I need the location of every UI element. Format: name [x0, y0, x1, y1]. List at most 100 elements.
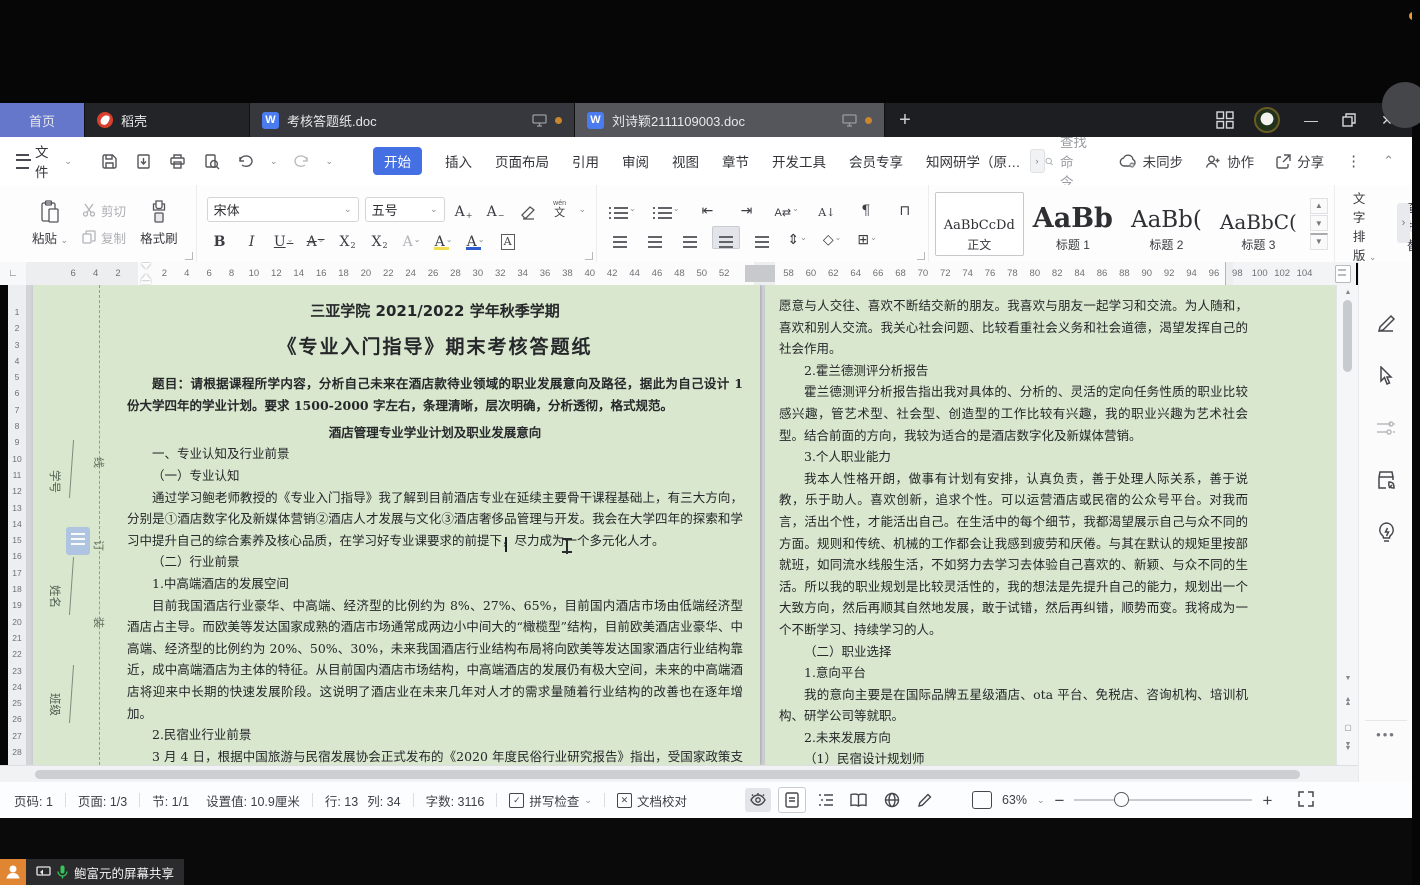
ribbon-tab-section[interactable]: 章节: [722, 151, 749, 171]
font-name-select[interactable]: 宋体⌄: [207, 197, 359, 222]
status-setting-value[interactable]: 设置值: 10.9厘米: [206, 791, 300, 810]
paste-button[interactable]: 粘贴 ⌄: [24, 192, 76, 256]
ribbon-tab-devtools[interactable]: 开发工具: [772, 151, 826, 171]
right-indent-marker[interactable]: [745, 265, 775, 282]
distribute-button[interactable]: [749, 227, 775, 248]
copy-button[interactable]: 复制: [82, 228, 126, 247]
align-left-button[interactable]: [607, 227, 633, 248]
align-center-button[interactable]: [642, 227, 668, 248]
ribbon-expand-button[interactable]: ›: [1397, 203, 1410, 243]
undo-button[interactable]: [236, 151, 256, 171]
read-view-button[interactable]: [846, 788, 872, 812]
page-1[interactable]: 线 订 装 学号 姓名 班级 三亚学院 2021/2022 学年秋季学期《专业入…: [33, 285, 760, 765]
decrease-indent-button[interactable]: ⇤: [695, 198, 721, 219]
docer-mall-button[interactable]: [1372, 466, 1400, 494]
fit-page-button[interactable]: [972, 791, 992, 809]
restore-button[interactable]: [1342, 113, 1356, 127]
status-word-count[interactable]: 字数: 3116: [426, 791, 485, 810]
style-heading3[interactable]: AaBbC( 标题 3: [1211, 192, 1306, 256]
phonetic-guide-button[interactable]: wén 文: [547, 199, 573, 220]
document-canvas[interactable]: 线 订 装 学号 姓名 班级 三亚学院 2021/2022 学年秋季学期《专业入…: [26, 285, 1336, 765]
format-painter-button[interactable]: 格式刷: [132, 192, 186, 256]
undo-dropdown-icon[interactable]: ⌄: [270, 156, 278, 167]
cut-button[interactable]: 剪切: [82, 201, 126, 220]
browse-object-button[interactable]: ▢: [1337, 723, 1359, 732]
print-button[interactable]: [168, 151, 188, 171]
char-shading-button[interactable]: A⌄: [399, 229, 425, 250]
quickbar-more-icon[interactable]: ⌄: [325, 156, 333, 167]
zoom-dropdown-icon[interactable]: ⌄: [1037, 795, 1045, 806]
status-page-number[interactable]: 页码: 1: [14, 791, 53, 810]
ribbon-tab-page-layout[interactable]: 页面布局: [495, 151, 549, 171]
vertical-scrollbar[interactable]: ▲ ▼ ▲▲ ▢ ▼▼: [1336, 285, 1359, 765]
increase-font-button[interactable]: A+: [451, 199, 477, 220]
eye-protect-button[interactable]: [745, 788, 771, 812]
hanging-indent-marker[interactable]: [141, 274, 151, 284]
borders-button[interactable]: ⊞⌄: [854, 227, 880, 248]
file-menu[interactable]: 文件 ⌄: [0, 141, 82, 181]
increase-indent-button[interactable]: ⇥: [734, 198, 760, 219]
fullscreen-button[interactable]: [1298, 791, 1314, 810]
font-color-button[interactable]: A⌄: [463, 229, 489, 250]
spell-check-toggle[interactable]: ✓ 拼写检查 ⌄: [509, 791, 592, 810]
smart-assistant-button[interactable]: [1372, 518, 1400, 546]
ribbon-tab-home[interactable]: 开始: [373, 147, 422, 175]
styles-scroll-up[interactable]: ▲: [1310, 198, 1328, 214]
sort-button[interactable]: A↓: [814, 198, 840, 219]
ruler-toggle-icon[interactable]: [1335, 265, 1351, 283]
superscript-button[interactable]: X2: [335, 229, 361, 250]
clear-format-button[interactable]: [515, 199, 541, 220]
style-heading1[interactable]: AaBb 标题 1: [1024, 192, 1122, 256]
ribbon-tab-member[interactable]: 会员专享: [849, 151, 903, 171]
ribbon-tab-insert[interactable]: 插入: [445, 151, 472, 171]
new-tab-button[interactable]: +: [885, 103, 925, 137]
zoom-level[interactable]: 63%: [1002, 793, 1027, 807]
select-tool-button[interactable]: [1372, 362, 1400, 390]
tab-home[interactable]: 首页: [0, 103, 85, 137]
vertical-ruler[interactable]: 1234567891011121314151617181920212223242…: [8, 285, 26, 765]
page-2-text[interactable]: 愿意与人交往、喜欢不断结交新的朋友。我喜欢与朋友一起学习和交流。为人随和，喜欢和…: [779, 295, 1248, 765]
export-pdf-button[interactable]: [134, 151, 154, 171]
more-options-icon[interactable]: ⋮: [1346, 152, 1361, 170]
first-line-indent-marker[interactable]: [141, 263, 151, 269]
phonetic-dropdown-icon[interactable]: ⌄: [579, 204, 587, 215]
doc-proof-button[interactable]: ✕ 文档校对: [617, 791, 687, 810]
status-section[interactable]: 节: 1/1: [152, 791, 189, 810]
zoom-in-button[interactable]: +: [1262, 792, 1272, 809]
web-view-button[interactable]: [879, 788, 905, 812]
command-search[interactable]: 查找命令...: [1045, 131, 1097, 191]
style-normal[interactable]: AaBbCcDd 正文: [935, 192, 1024, 256]
screen-share-indicator[interactable]: 鲍富元的屏幕共享: [0, 859, 184, 885]
char-scale-button[interactable]: A⇄⌄: [773, 198, 801, 219]
previous-page-button[interactable]: ▲▲: [1337, 698, 1359, 706]
page-view-button[interactable]: [778, 787, 806, 813]
save-button[interactable]: [100, 151, 120, 171]
tab-selector-box[interactable]: ∟: [0, 262, 27, 285]
horizontal-ruler[interactable]: 642 246810121416182022242628303234363840…: [26, 262, 1356, 285]
collapse-ribbon-icon[interactable]: ⌃: [1383, 153, 1394, 169]
italic-button[interactable]: I: [239, 229, 265, 250]
line-spacing-button[interactable]: ⇕⌄: [784, 227, 810, 248]
style-heading2[interactable]: AaBb( 标题 2: [1122, 192, 1211, 256]
numbered-list-button[interactable]: ⌄: [651, 198, 682, 219]
ink-mode-button[interactable]: [912, 788, 938, 812]
font-size-select[interactable]: 五号⌄: [365, 197, 445, 222]
underline-button[interactable]: U⌄: [271, 229, 297, 250]
adjust-settings-button[interactable]: [1372, 414, 1400, 442]
next-page-button[interactable]: ▼▼: [1337, 743, 1359, 751]
zoom-out-button[interactable]: −: [1055, 792, 1065, 809]
sync-status-button[interactable]: 未同步: [1119, 151, 1184, 171]
styles-scroll-down[interactable]: ▼: [1310, 215, 1328, 231]
bold-button[interactable]: B: [207, 229, 233, 250]
ribbon-tab-cnki[interactable]: 知网研学（原…: [926, 151, 1021, 171]
paragraph-dialog-launcher[interactable]: [917, 252, 925, 260]
text-layout-button[interactable]: 文字排版 ⌄: [1345, 192, 1385, 256]
highlight-color-button[interactable]: A⌄: [431, 229, 457, 250]
justify-button[interactable]: [712, 226, 740, 249]
vertical-scroll-thumb[interactable]: [1343, 300, 1352, 372]
minimize-button[interactable]: —: [1300, 112, 1322, 128]
zoom-slider-knob[interactable]: [1114, 792, 1129, 807]
floating-paste-options-icon[interactable]: [66, 527, 90, 555]
ribbon-tab-view[interactable]: 视图: [672, 151, 699, 171]
font-dialog-launcher[interactable]: [585, 252, 593, 260]
